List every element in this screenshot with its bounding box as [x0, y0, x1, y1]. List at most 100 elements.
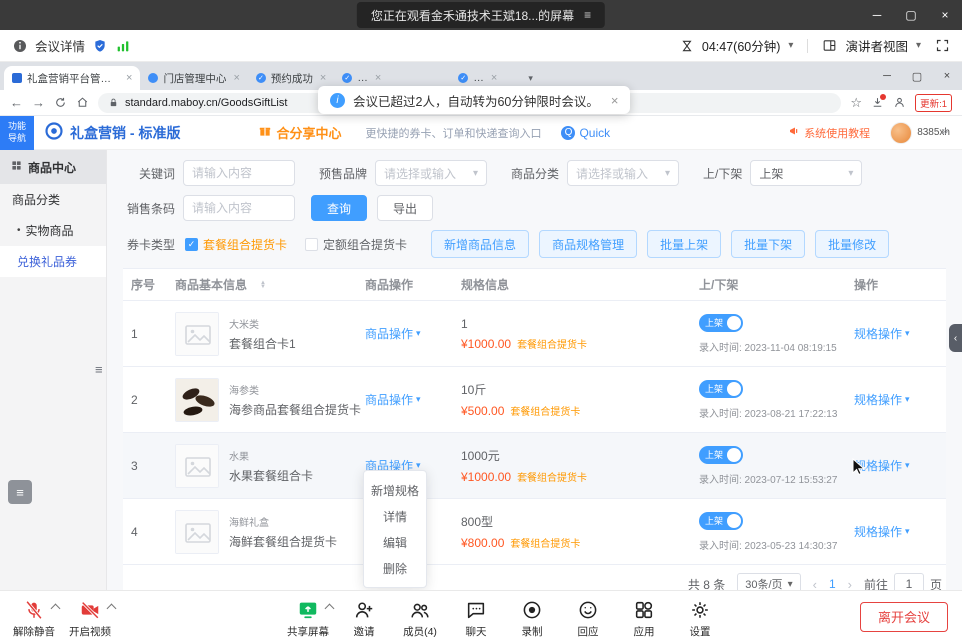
meeting-details-label[interactable]: 会议详情 — [35, 36, 85, 55]
close-button[interactable]: × — [928, 0, 962, 30]
minimize-button[interactable]: ─ — [860, 0, 894, 30]
shelf-toggle[interactable]: 上架 — [699, 380, 743, 398]
browser-close-button[interactable]: × — [932, 62, 962, 90]
share-options-caret-icon[interactable] — [325, 603, 335, 613]
chat-button[interactable]: 聊天 — [448, 595, 504, 639]
sidebar-section-product-center[interactable]: 商品中心 — [0, 150, 106, 184]
shelf-toggle[interactable]: 上架 — [699, 314, 743, 332]
quick-search-link[interactable]: Q Quick — [561, 126, 610, 140]
tab-list-chevron-icon[interactable]: ▾ — [528, 73, 533, 84]
security-shield-icon[interactable] — [92, 38, 108, 54]
checkbox-fixed-card-label[interactable]: 定额组合提货卡 — [323, 236, 407, 253]
batch-on-shelf-button[interactable]: 批量上架 — [647, 230, 721, 258]
chevron-down-icon: ▾ — [905, 394, 910, 405]
sort-icons[interactable]: ▲▼ — [260, 281, 266, 289]
browser-minimize-button[interactable]: ─ — [872, 62, 902, 90]
network-signal-icon[interactable] — [115, 38, 131, 54]
tab-close-icon[interactable]: × — [126, 72, 132, 84]
pagination: 共 8 条 30条/页 ▾ ‹ 1 › 前往 页 — [123, 565, 946, 590]
meeting-info-icon[interactable] — [12, 38, 28, 54]
annotation-tools-button[interactable]: ≡ — [8, 480, 32, 504]
profile-icon[interactable] — [893, 96, 906, 109]
unmute-button[interactable]: 解除静音 — [6, 595, 62, 639]
reactions-button[interactable]: 回应 — [560, 595, 616, 639]
checkbox-combo-card-checked[interactable]: ✓ — [185, 238, 198, 251]
browser-tab-2[interactable]: 门店管理中心 × — [140, 66, 247, 90]
shelf-toggle[interactable]: 上架 — [699, 512, 743, 530]
panel-collapse-icon[interactable]: » — [941, 124, 946, 138]
mic-device-caret-icon[interactable] — [51, 603, 61, 613]
current-page[interactable]: 1 — [829, 577, 836, 590]
members-button[interactable]: 成员(4) — [392, 595, 448, 639]
tab-close-icon[interactable]: × — [491, 72, 497, 84]
spec-action-link[interactable]: 规格操作▾ — [854, 523, 910, 540]
menu-item-delete[interactable]: 删除 — [364, 555, 426, 581]
card-type-label: 券卡类型 — [127, 236, 175, 253]
menu-item-detail[interactable]: 详情 — [364, 503, 426, 529]
share-screen-button[interactable]: 共享屏幕 — [280, 595, 336, 639]
product-action-link[interactable]: 商品操作▾ — [365, 391, 421, 408]
page-size-select[interactable]: 30条/页 ▾ — [737, 573, 800, 590]
keyword-input[interactable] — [183, 160, 295, 186]
spec-action-link[interactable]: 规格操作▾ — [854, 325, 910, 342]
member-panel-handle[interactable]: ‹ — [949, 324, 962, 352]
camera-device-caret-icon[interactable] — [107, 603, 117, 613]
barcode-input[interactable] — [183, 195, 295, 221]
back-icon[interactable]: ← — [10, 95, 23, 110]
browser-update-badge[interactable]: 更新:1 — [915, 94, 952, 112]
sidebar-item-product-category[interactable]: 商品分类 — [0, 184, 106, 215]
maximize-button[interactable]: ▢ — [894, 0, 928, 30]
category-select[interactable]: 请选择或输入 ▾ — [567, 160, 679, 186]
export-button[interactable]: 导出 — [377, 195, 433, 221]
leave-meeting-button[interactable]: 离开会议 — [860, 602, 948, 632]
prev-page-icon[interactable]: ‹ — [813, 577, 817, 591]
menu-item-edit[interactable]: 编辑 — [364, 529, 426, 555]
timer-chevron-icon[interactable]: ▾ — [788, 40, 793, 51]
checkbox-combo-card-label[interactable]: 套餐组合提货卡 — [203, 236, 287, 253]
tutorial-link[interactable]: 系统使用教程 — [788, 125, 870, 141]
browser-window-controls: ─ ▢ × — [872, 62, 962, 90]
search-button[interactable]: 查询 — [311, 195, 367, 221]
spec-manage-button[interactable]: 商品规格管理 — [539, 230, 637, 258]
tab-close-icon[interactable]: × — [320, 72, 326, 84]
tab-close-icon[interactable]: × — [233, 72, 239, 84]
sidebar-item-gift-voucher[interactable]: 兑换礼品券 — [0, 246, 106, 277]
shelf-toggle[interactable]: 上架 — [699, 446, 743, 464]
home-icon[interactable] — [76, 96, 89, 109]
product-action-link[interactable]: 商品操作▾ — [365, 325, 421, 342]
invite-button[interactable]: 邀请 — [336, 595, 392, 639]
sidebar-drag-handle-icon[interactable]: ≡ — [95, 362, 103, 377]
product-category: 水果 — [229, 448, 313, 463]
function-nav-button[interactable]: 功能 导航 — [0, 116, 34, 150]
forward-icon[interactable]: → — [32, 95, 45, 110]
star-icon[interactable]: ☆ — [850, 95, 862, 111]
spec-action-link[interactable]: 规格操作▾ — [854, 391, 910, 408]
start-video-button[interactable]: 开启视频 — [62, 595, 118, 639]
download-icon[interactable] — [871, 96, 884, 109]
apps-button[interactable]: 应用 — [616, 595, 672, 639]
settings-button[interactable]: 设置 — [672, 595, 728, 639]
batch-off-shelf-button[interactable]: 批量下架 — [731, 230, 805, 258]
fullscreen-icon[interactable] — [935, 38, 950, 53]
browser-tab-1[interactable]: 礼盒营销平台管理中... × — [4, 66, 140, 90]
shelf-select[interactable]: 上架 ▾ — [750, 160, 862, 186]
brand-select[interactable]: 请选择或输入 ▾ — [375, 160, 487, 186]
product-name: 海参商品套餐组合提货卡 — [229, 401, 361, 418]
tab-close-icon[interactable]: × — [375, 72, 381, 84]
browser-maximize-button[interactable]: ▢ — [902, 62, 932, 90]
share-center-link[interactable]: 合分享中心 — [258, 123, 341, 142]
add-product-button[interactable]: 新增商品信息 — [431, 230, 529, 258]
sidebar-item-physical-goods[interactable]: • 实物商品 — [0, 215, 106, 246]
goto-page-input[interactable] — [894, 573, 924, 590]
record-button[interactable]: 录制 — [504, 595, 560, 639]
header-product-info[interactable]: 商品基本信息 ▲▼ — [175, 276, 365, 293]
banner-close-icon[interactable]: × — [611, 93, 619, 108]
view-mode-chevron-icon[interactable]: ▾ — [916, 40, 921, 51]
view-mode-label[interactable]: 演讲者视图 — [845, 36, 908, 55]
screen-menu-icon[interactable]: ≡ — [584, 8, 591, 22]
refresh-icon[interactable] — [54, 96, 67, 109]
batch-edit-button[interactable]: 批量修改 — [815, 230, 889, 258]
menu-item-add-spec[interactable]: 新增规格 — [364, 477, 426, 503]
next-page-icon[interactable]: › — [848, 577, 852, 591]
checkbox-fixed-card[interactable] — [305, 238, 318, 251]
